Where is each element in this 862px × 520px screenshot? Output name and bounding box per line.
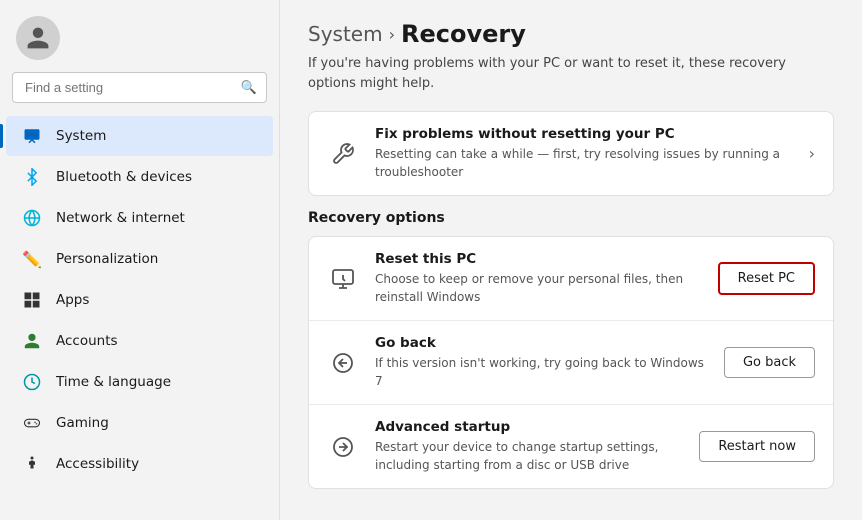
sidebar-item-bluetooth[interactable]: Bluetooth & devices [6, 157, 273, 197]
advanced-icon [327, 431, 359, 463]
user-section [0, 0, 279, 72]
page-title: Recovery [401, 20, 526, 48]
sidebar-item-accessibility[interactable]: Accessibility [6, 444, 273, 484]
system-icon [22, 126, 42, 146]
breadcrumb-parent: System [308, 22, 383, 46]
personalization-icon: ✏️ [22, 249, 42, 269]
go-back-button[interactable]: Go back [724, 347, 815, 378]
bluetooth-icon [22, 167, 42, 187]
search-box[interactable]: 🔍 [12, 72, 267, 103]
breadcrumb: System › Recovery [308, 20, 834, 48]
goback-icon [327, 347, 359, 379]
reset-icon [327, 263, 359, 295]
sidebar-item-label: Accounts [56, 333, 118, 349]
advanced-row: Advanced startup Restart your device to … [309, 404, 833, 488]
gaming-icon [22, 413, 42, 433]
goback-row: Go back If this version isn't working, t… [309, 320, 833, 404]
sidebar-item-apps[interactable]: Apps [6, 280, 273, 320]
breadcrumb-separator: › [389, 25, 395, 44]
sidebar-item-personalization[interactable]: ✏️ Personalization [6, 239, 273, 279]
sidebar-item-label: Bluetooth & devices [56, 169, 192, 185]
sidebar-item-label: Accessibility [56, 456, 139, 472]
restart-now-button[interactable]: Restart now [699, 431, 815, 462]
fix-card[interactable]: Fix problems without resetting your PC R… [308, 111, 834, 196]
time-icon [22, 372, 42, 392]
sidebar: 🔍 System Bluetooth & devices Network & i… [0, 0, 280, 520]
reset-pc-button[interactable]: Reset PC [718, 262, 815, 295]
sidebar-nav: System Bluetooth & devices Network & int… [0, 111, 279, 520]
sidebar-item-label: Apps [56, 292, 89, 308]
sidebar-item-gaming[interactable]: Gaming [6, 403, 273, 443]
sidebar-item-label: System [56, 128, 106, 144]
sidebar-item-system[interactable]: System [6, 116, 273, 156]
reset-row: Reset this PC Choose to keep or remove y… [309, 237, 833, 320]
page-subtitle: If you're having problems with your PC o… [308, 54, 834, 93]
goback-title: Go back [375, 335, 708, 351]
recovery-options-card: Reset this PC Choose to keep or remove y… [308, 236, 834, 489]
fix-arrow-icon: › [809, 144, 815, 163]
goback-description: If this version isn't working, try going… [375, 354, 708, 390]
sidebar-item-label: Time & language [56, 374, 171, 390]
fix-icon [327, 138, 359, 170]
main-content: System › Recovery If you're having probl… [280, 0, 862, 520]
reset-title: Reset this PC [375, 251, 702, 267]
recovery-options-label: Recovery options [308, 210, 834, 226]
apps-icon [22, 290, 42, 310]
fix-title: Fix problems without resetting your PC [375, 126, 793, 142]
fix-description: Resetting can take a while — first, try … [375, 145, 793, 181]
sidebar-item-label: Gaming [56, 415, 109, 431]
advanced-description: Restart your device to change startup se… [375, 438, 683, 474]
search-input[interactable] [12, 72, 267, 103]
sidebar-item-label: Personalization [56, 251, 158, 267]
accounts-icon [22, 331, 42, 351]
network-icon [22, 208, 42, 228]
sidebar-item-network[interactable]: Network & internet [6, 198, 273, 238]
search-icon: 🔍 [241, 80, 257, 95]
sidebar-item-time[interactable]: Time & language [6, 362, 273, 402]
accessibility-icon [22, 454, 42, 474]
avatar [16, 16, 60, 60]
reset-description: Choose to keep or remove your personal f… [375, 270, 702, 306]
advanced-title: Advanced startup [375, 419, 683, 435]
sidebar-item-accounts[interactable]: Accounts [6, 321, 273, 361]
sidebar-item-label: Network & internet [56, 210, 185, 226]
